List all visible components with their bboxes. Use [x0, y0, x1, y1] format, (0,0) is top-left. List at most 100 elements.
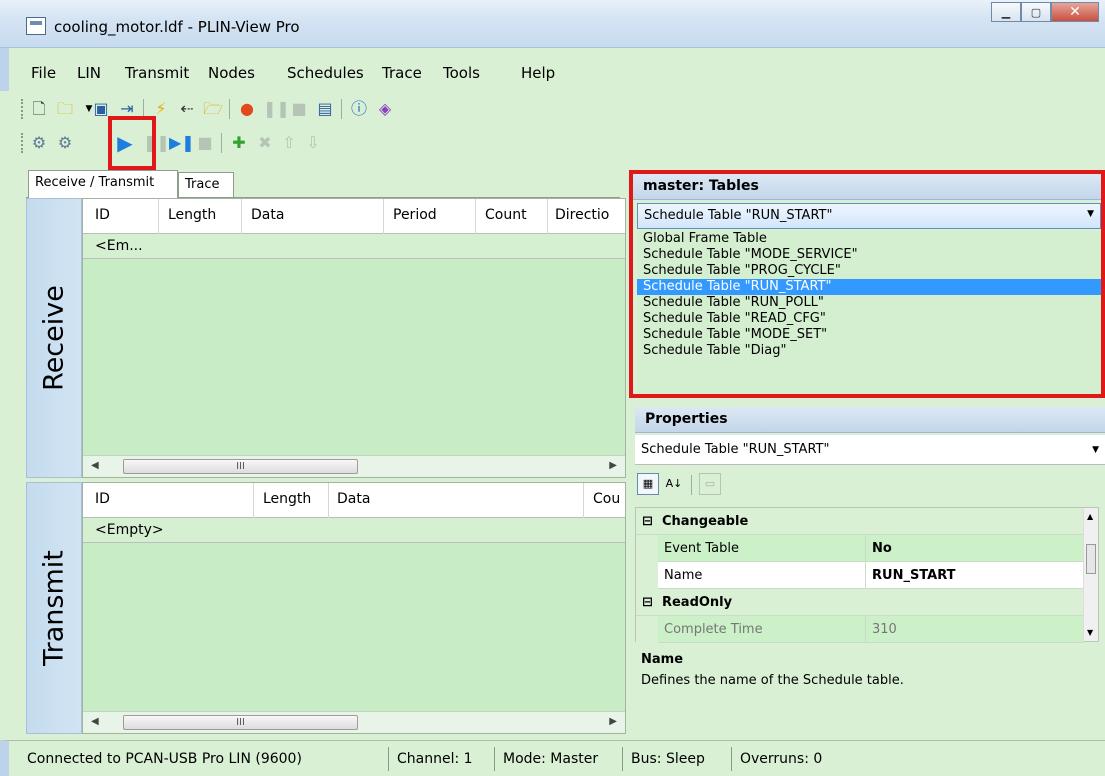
column-divider[interactable] [328, 483, 329, 518]
list-item[interactable]: Schedule Table "Diag" [637, 343, 1101, 359]
list-item[interactable]: Global Frame Table [637, 231, 1101, 247]
column-period[interactable]: Period [393, 207, 437, 223]
properties-object-combo[interactable]: Schedule Table "RUN_START" ▼ [635, 435, 1105, 465]
list-item-selected[interactable]: Schedule Table "RUN_START" [637, 279, 1101, 295]
menu-tools[interactable]: Tools [443, 64, 480, 82]
receive-grid[interactable]: ID Length Data Period Count Directio <Em… [82, 198, 626, 478]
property-value[interactable]: No [866, 535, 1084, 562]
scroll-right-icon[interactable]: ▶ [609, 460, 617, 471]
menu-file[interactable]: File [31, 64, 56, 82]
status-overruns: Overruns: 0 [740, 751, 823, 767]
column-id[interactable]: ID [95, 207, 110, 223]
column-length[interactable]: Length [263, 491, 311, 507]
property-row[interactable]: Name RUN_START [636, 562, 1084, 589]
property-value[interactable]: RUN_START [866, 562, 1084, 589]
tab-receive-transmit[interactable]: Receive / Transmit [28, 170, 178, 198]
column-divider[interactable] [383, 199, 384, 234]
chevron-down-icon[interactable]: ▼ [1087, 209, 1094, 219]
column-divider[interactable] [547, 199, 548, 234]
menu-trace[interactable]: Trace [382, 64, 422, 82]
list-item[interactable]: Schedule Table "READ_CFG" [637, 311, 1101, 327]
list-item[interactable]: Schedule Table "PROG_CYCLE" [637, 263, 1101, 279]
column-length[interactable]: Length [168, 207, 216, 223]
column-divider[interactable] [475, 199, 476, 234]
list-item[interactable]: Schedule Table "MODE_SERVICE" [637, 247, 1101, 263]
table-row[interactable]: <Empty> [83, 518, 625, 543]
help-book-icon[interactable]: ◈ [375, 99, 395, 119]
folder-icon[interactable]: 🗁 [203, 99, 223, 119]
scroll-thumb[interactable] [1086, 544, 1096, 574]
move-down-icon[interactable]: ⇩ [303, 133, 323, 153]
menu-help[interactable]: Help [521, 64, 555, 82]
stop-icon[interactable]: ■ [289, 99, 309, 119]
schedule-table-combo[interactable]: Schedule Table "RUN_START" ▼ [637, 203, 1101, 229]
column-data[interactable]: Data [251, 207, 284, 223]
status-bus: Bus: Sleep [631, 751, 705, 767]
maximize-icon[interactable]: ▢ [1021, 2, 1051, 22]
collapse-icon[interactable]: ⊟ [642, 514, 653, 529]
category-row[interactable]: ⊟ Changeable [636, 508, 1084, 535]
column-count[interactable]: Count [485, 207, 527, 223]
close-icon[interactable]: ✕ [1051, 2, 1099, 22]
menu-schedules[interactable]: Schedules [287, 64, 364, 82]
toolbar-grip[interactable] [21, 133, 24, 153]
collapse-icon[interactable]: ⊟ [642, 595, 653, 610]
list-item[interactable]: Schedule Table "MODE_SET" [637, 327, 1101, 343]
scroll-left-icon[interactable]: ◀ [91, 460, 99, 471]
scroll-left-icon[interactable]: ◀ [91, 716, 99, 727]
chevron-down-icon[interactable]: ▼ [1092, 445, 1099, 455]
column-count[interactable]: Cou [593, 491, 620, 507]
receive-hscrollbar[interactable]: ◀ III ▶ [83, 455, 625, 477]
new-file-icon[interactable]: 🗋 [29, 99, 49, 119]
category-row[interactable]: ⊟ ReadOnly [636, 589, 1084, 616]
column-direction[interactable]: Directio [555, 207, 609, 223]
transmit-label: Transmit [38, 550, 70, 666]
scroll-right-icon[interactable]: ▶ [609, 716, 617, 727]
property-row[interactable]: Complete Time 310 [636, 616, 1084, 643]
add-icon[interactable]: ✚ [229, 133, 249, 153]
menu-transmit[interactable]: Transmit [125, 64, 189, 82]
column-divider[interactable] [158, 199, 159, 234]
info-icon[interactable]: ⓘ [349, 99, 369, 119]
save-trace-icon[interactable]: ▤ [315, 99, 335, 119]
column-id[interactable]: ID [95, 491, 110, 507]
column-divider[interactable] [583, 483, 584, 518]
pause-icon[interactable]: ❚❚ [263, 99, 290, 119]
scroll-up-icon[interactable]: ▲ [1087, 512, 1093, 521]
scroll-thumb[interactable]: III [123, 459, 358, 474]
app-icon [26, 17, 46, 35]
move-up-icon[interactable]: ⇧ [279, 133, 299, 153]
sort-alphabetical-icon[interactable]: A↓ [663, 473, 685, 495]
list-item[interactable]: Schedule Table "RUN_POLL" [637, 295, 1101, 311]
scroll-down-icon[interactable]: ▼ [1087, 628, 1093, 637]
schedule-table-list[interactable]: Global Frame Table Schedule Table "MODE_… [637, 231, 1101, 394]
property-row[interactable]: Event Table No [636, 535, 1084, 562]
property-grid[interactable]: ⊟ Changeable Event Table No Name RUN_STA… [635, 507, 1099, 643]
column-data[interactable]: Data [337, 491, 370, 507]
step-icon[interactable]: ▶❚ [169, 133, 195, 153]
toolbar-grip[interactable] [21, 99, 24, 119]
table-row[interactable]: <Em... [83, 234, 625, 259]
column-divider[interactable] [253, 483, 254, 518]
stop-icon[interactable]: ■ [195, 133, 215, 153]
add-node-icon[interactable]: ⚙ [29, 133, 49, 153]
main-toolbar: 🗋 🗀 ▼ ▣ ⇥ ⚡ ⇠ 🗁 ● ❚❚ ■ ▤ ⓘ ◈ [9, 91, 1105, 125]
menu-lin[interactable]: LIN [77, 64, 101, 82]
disconnect-icon[interactable]: ⇠ [177, 99, 197, 119]
tables-panel: master: Tables Schedule Table "RUN_START… [629, 170, 1105, 398]
menu-nodes[interactable]: Nodes [208, 64, 255, 82]
scroll-thumb[interactable]: III [123, 715, 358, 730]
delete-icon[interactable]: ✖ [255, 133, 275, 153]
open-folder-icon[interactable]: 🗀 [55, 99, 75, 119]
transmit-hscrollbar[interactable]: ◀ III ▶ [83, 711, 625, 733]
column-divider[interactable] [241, 199, 242, 234]
property-pages-icon[interactable]: ▭ [699, 473, 721, 495]
record-icon[interactable]: ● [237, 99, 257, 119]
remove-node-icon[interactable]: ⚙ [55, 133, 75, 153]
right-panel: master: Tables Schedule Table "RUN_START… [629, 170, 1105, 733]
categorized-icon[interactable]: ▦ [637, 473, 659, 495]
minimize-icon[interactable]: ▁ [991, 2, 1021, 22]
tab-trace[interactable]: Trace [178, 172, 234, 198]
transmit-grid[interactable]: ID Length Data Cou <Empty> ◀ III ▶ [82, 482, 626, 734]
property-grid-vscrollbar[interactable]: ▲ ▼ [1083, 508, 1098, 641]
